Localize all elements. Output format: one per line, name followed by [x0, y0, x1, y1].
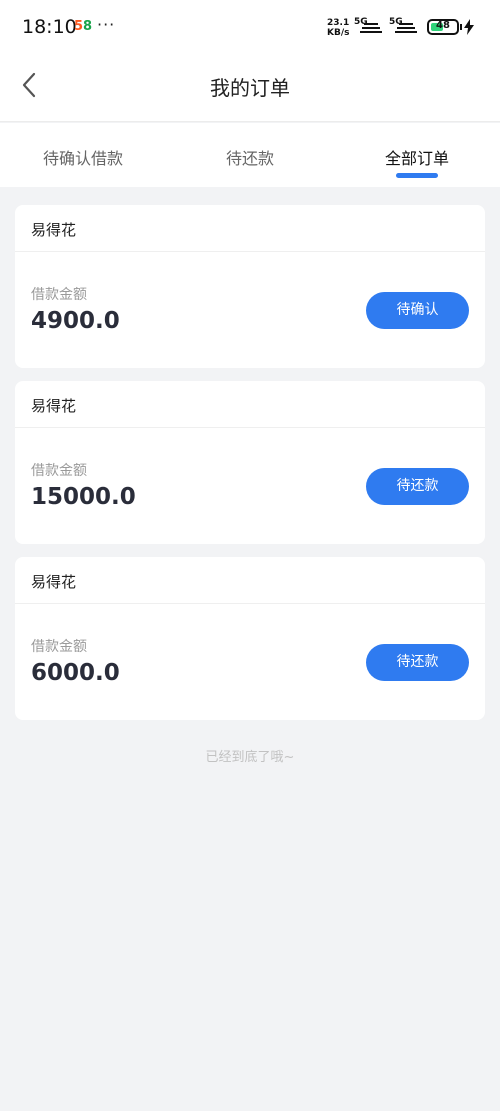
status-time: 18:10 [22, 16, 77, 38]
battery-level: 48 [436, 20, 450, 31]
lender-name: 易得花 [15, 557, 485, 604]
loan-amount: 6000.0 [31, 660, 120, 686]
loan-amount: 4900.0 [31, 308, 120, 334]
app-badge-digit-2: 8 [83, 19, 93, 34]
tab-label: 待还款 [225, 149, 274, 168]
tab-pending-confirm[interactable]: 待确认借款 [0, 123, 166, 187]
order-status-button[interactable]: 待还款 [366, 468, 469, 505]
amount-label: 借款金额 [31, 287, 87, 303]
tab-label: 待确认借款 [42, 149, 123, 168]
battery-icon: 48 [427, 19, 459, 35]
active-tab-indicator [396, 173, 438, 178]
order-card: 易得花 借款金额 6000.0 待还款 [15, 557, 485, 720]
network-speed: 23.1 KB/s [327, 18, 349, 38]
end-of-list-note: 已经到底了哦~ [205, 750, 295, 765]
loan-amount: 15000.0 [31, 484, 136, 510]
signal-2-label: 5G [389, 17, 403, 27]
signal-1-label: 5G [354, 17, 368, 27]
order-status-button[interactable]: 待还款 [366, 644, 469, 681]
lender-name: 易得花 [15, 381, 485, 428]
lender-name: 易得花 [15, 205, 485, 252]
app-notification-icon: 58 [74, 19, 92, 34]
order-card: 易得花 借款金额 4900.0 待确认 [15, 205, 485, 368]
tab-all-orders[interactable]: 全部订单 [334, 123, 500, 187]
network-speed-unit: KB/s [327, 28, 350, 38]
more-notifications-icon: ··· [97, 15, 116, 34]
network-speed-value: 23.1 [327, 18, 350, 28]
page-title: 我的订单 [210, 76, 290, 100]
order-tabs: 待确认借款 待还款 全部订单 [0, 123, 500, 187]
amount-label: 借款金额 [31, 639, 87, 655]
battery-tip [460, 24, 462, 30]
order-card: 易得花 借款金额 15000.0 待还款 [15, 381, 485, 544]
charging-bolt-icon [464, 19, 474, 35]
tab-label: 全部订单 [384, 149, 449, 168]
status-bar: 18:10 58 ··· 23.1 KB/s 5G 5G 48 [0, 0, 500, 56]
tab-pending-repay[interactable]: 待还款 [167, 123, 333, 187]
order-status-button[interactable]: 待确认 [366, 292, 469, 329]
amount-label: 借款金额 [31, 463, 87, 479]
nav-bar: 我的订单 [0, 56, 500, 122]
app-badge-digit-1: 5 [74, 19, 84, 34]
